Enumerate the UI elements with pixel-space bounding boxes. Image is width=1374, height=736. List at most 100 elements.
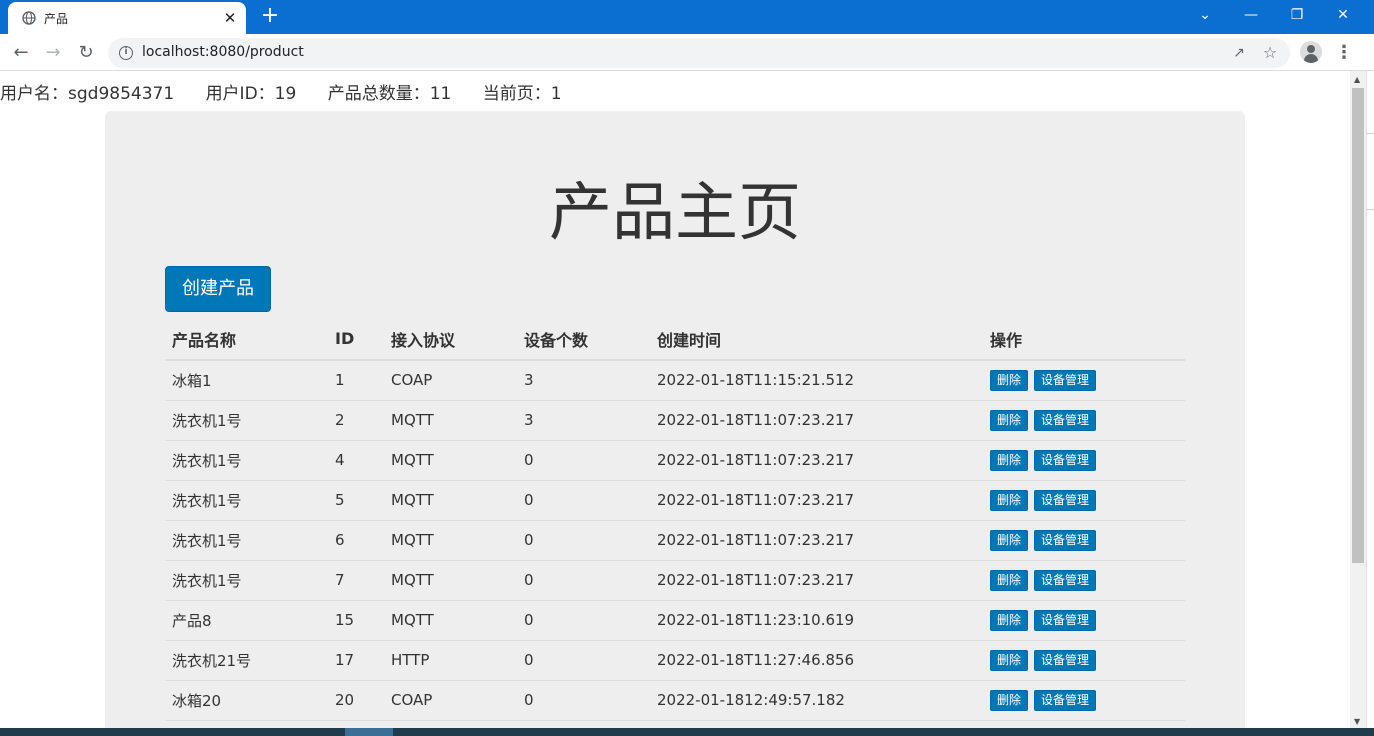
cell-product-name: 产品8 bbox=[165, 600, 328, 641]
username-label: 用户名：sgd9854371 bbox=[0, 84, 175, 104]
cell-product-name: 洗衣机1号 bbox=[165, 560, 328, 601]
device-manage-button[interactable]: 设备管理 bbox=[1034, 409, 1097, 431]
cell-id: 7 bbox=[328, 560, 384, 601]
cell-created-time: 2022-01-1812:49:57.182 bbox=[650, 680, 983, 721]
cell-device-count: 0 bbox=[517, 520, 650, 561]
cell-product-name: 冰箱20 bbox=[165, 680, 328, 721]
table-row: 洗衣机1号 2 MQTT 3 2022-01-18T11:07:23.217 删除 设备管理 bbox=[165, 400, 1185, 441]
table-row: 洗衣机21号 17 HTTP 0 2022-01-18T11:27:46.856 删除 设备… bbox=[165, 640, 1185, 681]
browser-tab[interactable]: 产品 ✕ bbox=[8, 2, 246, 34]
user-id-label: 用户ID：19 bbox=[205, 84, 297, 104]
scrollbar-thumb[interactable] bbox=[1352, 88, 1364, 563]
chevron-down-icon[interactable]: ⌄ bbox=[1182, 0, 1228, 30]
cell-id: 2 bbox=[328, 400, 384, 441]
cell-protocol: MQTT bbox=[384, 400, 517, 441]
cell-product-name: 洗衣机1号 bbox=[165, 400, 328, 441]
cell-protocol: MQTT bbox=[384, 520, 517, 561]
kebab-menu-icon[interactable]: ⋮ bbox=[1334, 40, 1354, 66]
window-close-icon[interactable]: ✕ bbox=[1320, 0, 1366, 30]
table-row: 洗衣机1号 7 MQTT 0 2022-01-18T11:07:23.217 删除 设备管理 bbox=[165, 560, 1185, 601]
reload-icon[interactable]: ↻ bbox=[73, 40, 99, 66]
cell-device-count: 0 bbox=[517, 560, 650, 601]
scroll-up-arrow-icon[interactable]: ▲ bbox=[1354, 75, 1360, 84]
table-header-row: 产品名称 ID 接入协议 设备个数 创建时间 操作 bbox=[165, 318, 1185, 361]
forward-arrow-icon[interactable]: → bbox=[40, 40, 66, 66]
cell-created-time: 2022-01-18T11:07:23.217 bbox=[650, 480, 983, 521]
header-id: ID bbox=[328, 318, 384, 361]
minimize-icon[interactable]: — bbox=[1228, 0, 1274, 30]
product-table: 产品名称 ID 接入协议 设备个数 创建时间 操作 冰箱1 1 COAP 3 2022-… bbox=[165, 318, 1185, 721]
cell-actions: 删除 设备管理 bbox=[983, 480, 1185, 521]
device-manage-button[interactable]: 设备管理 bbox=[1034, 449, 1097, 471]
share-icon[interactable]: ↗ bbox=[1230, 44, 1248, 62]
cell-protocol: COAP bbox=[384, 360, 517, 401]
address-bar[interactable]: i localhost:8080/product ↗ ☆ bbox=[108, 38, 1290, 68]
delete-button[interactable]: 删除 bbox=[990, 409, 1029, 431]
user-info-bar: 用户名：sgd9854371 用户ID：19 产品总数量：11 当前页：1 bbox=[0, 79, 588, 104]
cell-created-time: 2022-01-18T11:15:21.512 bbox=[650, 360, 983, 401]
header-device-count: 设备个数 bbox=[517, 318, 650, 361]
device-manage-button[interactable]: 设备管理 bbox=[1034, 569, 1097, 591]
vertical-scrollbar[interactable]: ▲ ▼ bbox=[1350, 71, 1366, 728]
jumbotron-panel: 产品主页 创建产品 产品名称 ID 接入协议 设备个数 创建时间 操作 冰箱1 1… bbox=[105, 111, 1245, 728]
cell-actions: 删除 设备管理 bbox=[983, 680, 1185, 721]
cell-id: 4 bbox=[328, 440, 384, 481]
delete-button[interactable]: 删除 bbox=[990, 609, 1029, 631]
cell-created-time: 2022-01-18T11:27:46.856 bbox=[650, 640, 983, 681]
table-row: 冰箱20 20 COAP 0 2022-01-1812:49:57.182 删除 设备管理 bbox=[165, 680, 1185, 721]
table-row: 洗衣机1号 4 MQTT 0 2022-01-18T11:07:23.217 删除 设备管理 bbox=[165, 440, 1185, 481]
new-tab-button[interactable]: + bbox=[257, 3, 283, 29]
close-icon[interactable]: ✕ bbox=[220, 8, 240, 28]
cell-product-name: 冰箱1 bbox=[165, 360, 328, 401]
taskbar-active-app[interactable] bbox=[345, 728, 393, 736]
delete-button[interactable]: 删除 bbox=[990, 689, 1029, 711]
delete-button[interactable]: 删除 bbox=[990, 569, 1029, 591]
cell-device-count: 0 bbox=[517, 680, 650, 721]
table-row: 洗衣机1号 5 MQTT 0 2022-01-18T11:07:23.217 删除 设备管理 bbox=[165, 480, 1185, 521]
cell-actions: 删除 设备管理 bbox=[983, 440, 1185, 481]
cell-created-time: 2022-01-18T11:07:23.217 bbox=[650, 560, 983, 601]
cell-device-count: 3 bbox=[517, 400, 650, 441]
delete-button[interactable]: 删除 bbox=[990, 369, 1029, 391]
cell-protocol: HTTP bbox=[384, 640, 517, 681]
info-icon[interactable]: i bbox=[119, 46, 133, 60]
cell-id: 20 bbox=[328, 680, 384, 721]
device-manage-button[interactable]: 设备管理 bbox=[1034, 529, 1097, 551]
current-page-label: 当前页：1 bbox=[482, 84, 562, 104]
delete-button[interactable]: 删除 bbox=[990, 649, 1029, 671]
product-total-label: 产品总数量：11 bbox=[327, 84, 452, 104]
header-actions: 操作 bbox=[983, 318, 1185, 361]
profile-icon[interactable] bbox=[1300, 41, 1322, 63]
delete-button[interactable]: 删除 bbox=[990, 449, 1029, 471]
cell-actions: 删除 设备管理 bbox=[983, 640, 1185, 681]
cell-protocol: MQTT bbox=[384, 560, 517, 601]
device-manage-button[interactable]: 设备管理 bbox=[1034, 369, 1097, 391]
header-created-time: 创建时间 bbox=[650, 318, 983, 361]
cell-actions: 删除 设备管理 bbox=[983, 400, 1185, 441]
cell-product-name: 洗衣机1号 bbox=[165, 440, 328, 481]
restore-icon[interactable]: ❐ bbox=[1274, 0, 1320, 30]
create-product-button[interactable]: 创建产品 bbox=[165, 266, 271, 312]
table-row: 产品8 15 MQTT 0 2022-01-18T11:23:10.619 删除 设备管理 bbox=[165, 600, 1185, 641]
globe-icon bbox=[22, 11, 36, 25]
cell-device-count: 0 bbox=[517, 440, 650, 481]
device-manage-button[interactable]: 设备管理 bbox=[1034, 689, 1097, 711]
star-icon[interactable]: ☆ bbox=[1260, 43, 1280, 63]
device-manage-button[interactable]: 设备管理 bbox=[1034, 649, 1097, 671]
back-arrow-icon[interactable]: ← bbox=[8, 40, 34, 66]
device-manage-button[interactable]: 设备管理 bbox=[1034, 609, 1097, 631]
url-text[interactable]: localhost:8080/product bbox=[142, 44, 304, 60]
scroll-down-arrow-icon[interactable]: ▼ bbox=[1354, 717, 1360, 726]
cell-product-name: 洗衣机1号 bbox=[165, 480, 328, 521]
side-panel-edge bbox=[1366, 71, 1374, 728]
tab-title: 产品 bbox=[44, 12, 69, 26]
cell-created-time: 2022-01-18T11:23:10.619 bbox=[650, 600, 983, 641]
delete-button[interactable]: 删除 bbox=[990, 489, 1029, 511]
cell-id: 5 bbox=[328, 480, 384, 521]
cell-actions: 删除 设备管理 bbox=[983, 560, 1185, 601]
cell-created-time: 2022-01-18T11:07:23.217 bbox=[650, 520, 983, 561]
device-manage-button[interactable]: 设备管理 bbox=[1034, 489, 1097, 511]
cell-id: 1 bbox=[328, 360, 384, 401]
cell-created-time: 2022-01-18T11:07:23.217 bbox=[650, 400, 983, 441]
delete-button[interactable]: 删除 bbox=[990, 529, 1029, 551]
